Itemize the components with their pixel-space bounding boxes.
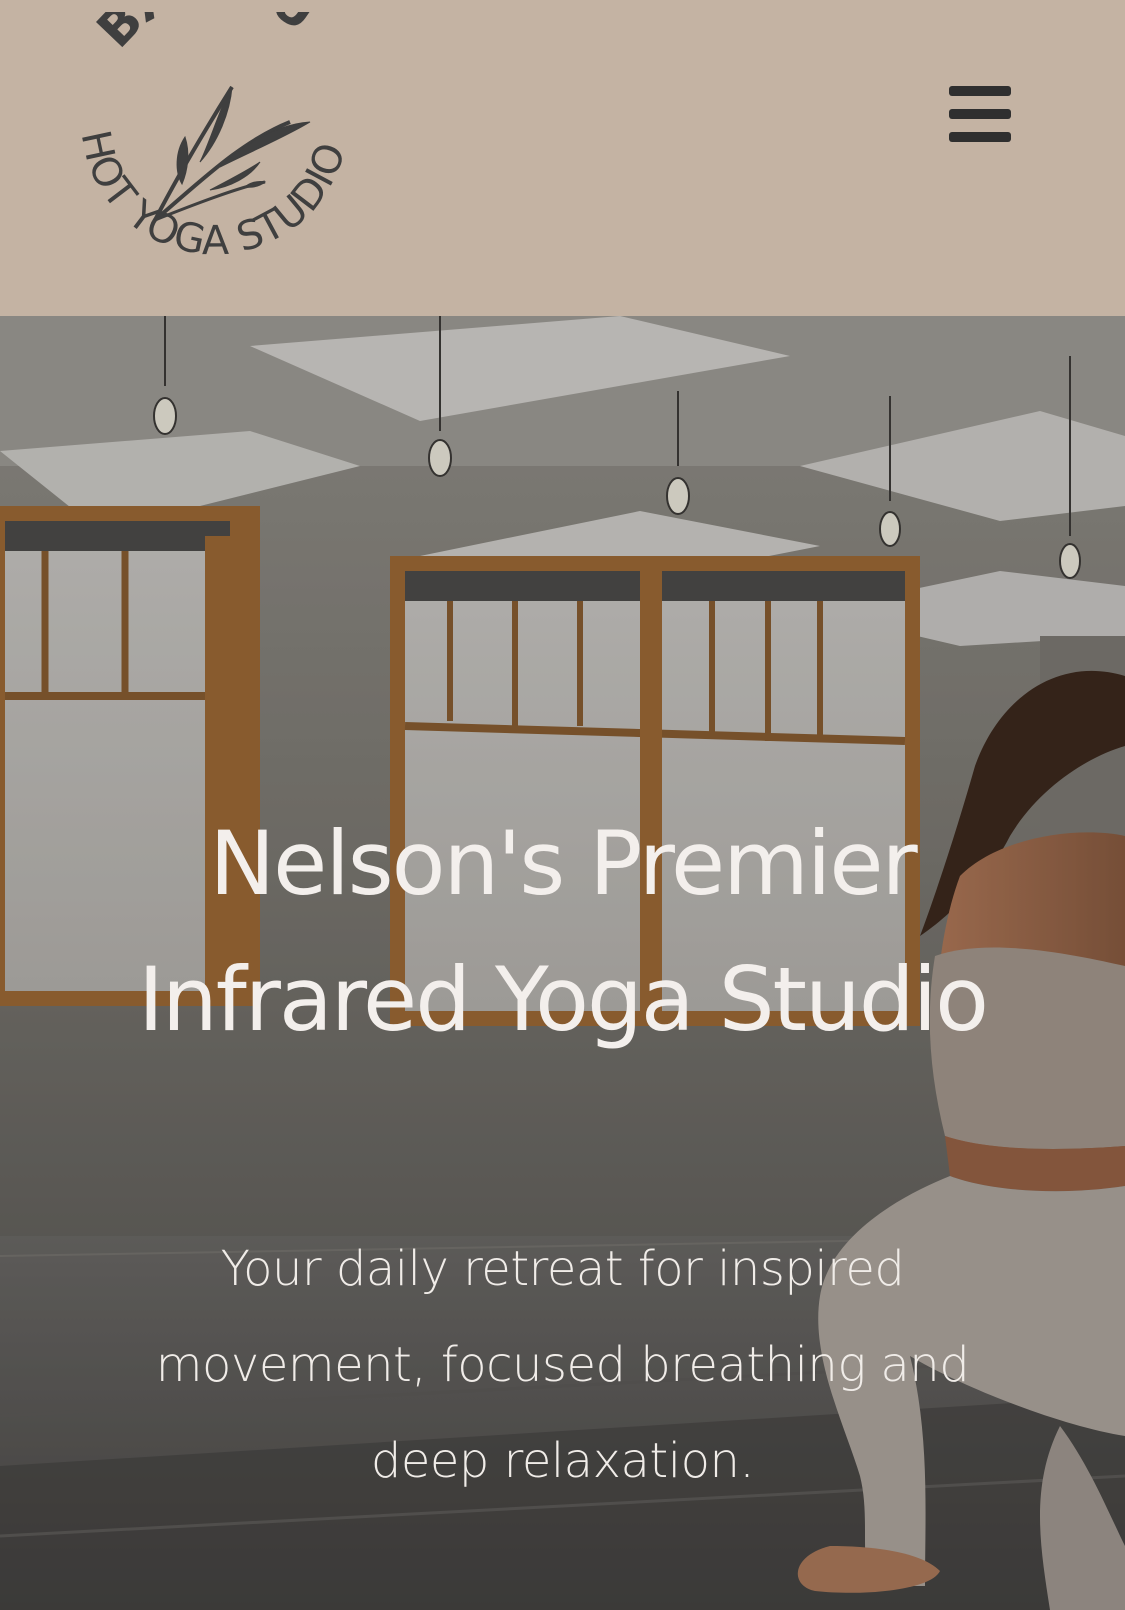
bambu-logo-emblem: BAMBU HOT YOGA STUDIO	[72, 12, 355, 264]
page: BAMBU HOT YOGA STUDIO	[0, 0, 1125, 1610]
logo-bottom-text: HOT YOGA STUDIO	[72, 126, 355, 264]
hero-section: Nelson's Premier Infrared Yoga Studio Yo…	[0, 316, 1125, 1610]
studio-logo[interactable]: BAMBU HOT YOGA STUDIO	[60, 12, 370, 312]
hamburger-menu-icon-bar	[949, 132, 1011, 142]
hero-subtitle: Your daily retreat for inspired movement…	[155, 1241, 970, 1489]
hamburger-menu-icon-bar	[949, 109, 1011, 119]
hero-title: Nelson's Premier Infrared Yoga Studio	[138, 812, 989, 1051]
site-header: BAMBU HOT YOGA STUDIO	[0, 0, 1125, 316]
hamburger-menu-icon	[949, 86, 1011, 96]
hamburger-menu-button[interactable]	[944, 80, 1016, 150]
logo-top-text: BAMBU	[86, 12, 327, 59]
